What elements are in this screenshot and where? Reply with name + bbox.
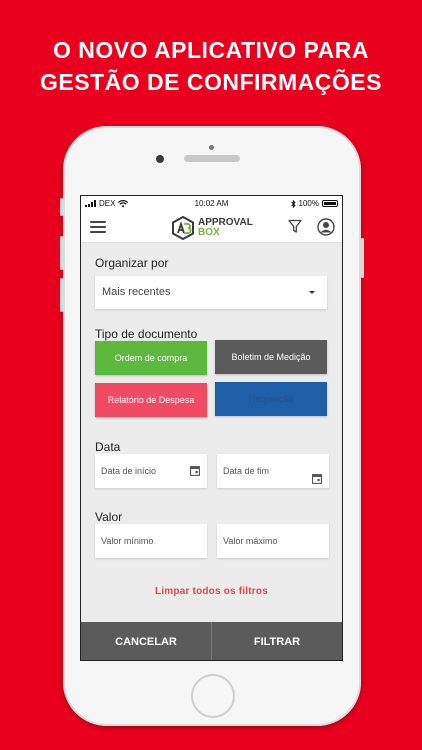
bluetooth-icon — [290, 199, 296, 208]
headline-line-1: O NOVO APLICATIVO PARA — [53, 37, 369, 63]
max-value-placeholder: Valor máximo — [223, 536, 278, 546]
status-bar: DEX 10:02 AM 100% — [81, 196, 342, 212]
approval-box-logo-icon — [172, 216, 194, 240]
sort-select[interactable]: Mais recentes — [95, 276, 327, 309]
start-date-placeholder: Data de início — [101, 466, 157, 476]
home-button — [191, 674, 235, 718]
max-value-field[interactable]: Valor máximo — [217, 524, 329, 558]
battery-icon — [322, 200, 338, 207]
app-bar: APPROVAL BOX — [81, 212, 342, 243]
sort-label: Organizar por — [95, 256, 169, 270]
headline-line-2: GESTÃO DE CONFIRMAÇÕES — [40, 69, 382, 95]
filter-icon[interactable] — [288, 219, 302, 234]
dropdown-arrow-icon — [309, 291, 315, 294]
doc-type-requisicao[interactable]: Requisição — [215, 382, 327, 416]
volume-down-button — [60, 278, 63, 312]
promo-headline: O NOVO APLICATIVO PARA GESTÃO DE CONFIRM… — [0, 34, 422, 98]
end-date-field[interactable]: Data de fim — [217, 454, 329, 488]
sort-selected-value: Mais recentes — [102, 286, 171, 298]
start-date-field[interactable]: Data de início — [95, 454, 207, 488]
filter-panel: Organizar por Mais recentes Tipo de docu… — [81, 243, 342, 622]
filter-apply-button[interactable]: FILTRAR — [212, 622, 342, 660]
calendar-icon — [312, 474, 322, 484]
power-button — [361, 238, 364, 278]
app-logo: APPROVAL BOX — [171, 215, 253, 241]
date-label: Data — [95, 440, 121, 454]
logo-text-box: BOX — [198, 227, 220, 238]
end-date-placeholder: Data de fim — [223, 466, 270, 476]
sensor-dot — [209, 145, 214, 150]
battery-percent: 100% — [298, 199, 319, 208]
min-value-placeholder: Valor mínimo — [101, 536, 154, 546]
value-label: Valor — [95, 510, 123, 524]
document-type-label: Tipo de documento — [95, 327, 198, 341]
calendar-icon — [190, 466, 200, 476]
doc-type-relatorio-de-despesa[interactable]: Relatório de Despesa — [95, 383, 207, 417]
action-bar: CANCELAR FILTRAR — [81, 622, 342, 660]
clear-filters-link[interactable]: Limpar todos os filtros — [81, 586, 342, 597]
front-camera — [156, 155, 164, 163]
doc-type-boletim-de-medicao[interactable]: Boletim de Medição — [215, 340, 327, 374]
user-icon[interactable] — [317, 218, 335, 236]
phone-screen: DEX 10:02 AM 100% APPROVAL BOX Organizar… — [80, 195, 343, 661]
volume-up-button — [60, 236, 63, 270]
menu-icon[interactable] — [90, 221, 106, 233]
min-value-field[interactable]: Valor mínimo — [95, 524, 207, 558]
earpiece-speaker — [184, 155, 240, 162]
doc-type-ordem-de-compra[interactable]: Ordem de compra — [95, 341, 207, 375]
cancel-button[interactable]: CANCELAR — [81, 622, 211, 660]
mute-switch — [60, 198, 63, 216]
